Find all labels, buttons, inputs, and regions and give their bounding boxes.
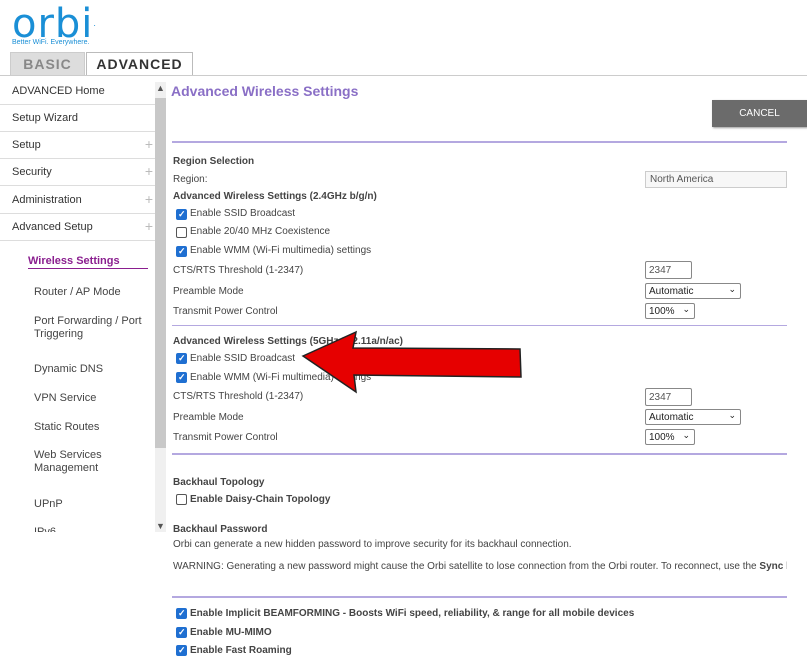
band5-power-select[interactable]: 100% ⌄	[645, 429, 695, 445]
band5-ssid-checkbox[interactable]	[176, 353, 187, 364]
sidebar-sub-web-services[interactable]: Web Services Management	[34, 449, 124, 475]
active-underline	[28, 268, 148, 269]
sidebar-sub-router-ap-mode[interactable]: Router / AP Mode	[34, 286, 149, 299]
sidebar-sub-dynamic-dns[interactable]: Dynamic DNS	[34, 363, 149, 376]
sidebar-sub-static-routes[interactable]: Static Routes	[34, 421, 149, 434]
band24-power-label: Transmit Power Control	[173, 306, 278, 317]
fast-roaming-label: Enable Fast Roaming	[190, 645, 292, 656]
sidebar-item-label: Setup	[12, 139, 41, 151]
chevron-down-icon: ⌄	[682, 430, 690, 440]
band24-wmm-checkbox[interactable]	[176, 246, 187, 257]
region-section-heading: Region Selection	[173, 156, 255, 167]
band24-cts-input[interactable]: 2347	[645, 261, 692, 279]
backhaul-topology-heading: Backhaul Topology	[173, 477, 265, 488]
beamforming-checkbox[interactable]	[176, 608, 187, 619]
sidebar-item-label: Setup Wizard	[12, 112, 79, 124]
section-divider	[172, 453, 787, 455]
band5-ssid-label: Enable SSID Broadcast	[190, 353, 296, 364]
scroll-up-icon[interactable]: ▲	[156, 83, 165, 93]
band24-coex-label: Enable 20/40 MHz Coexistence	[190, 226, 331, 237]
expand-plus-icon: +	[144, 218, 153, 234]
sidebar-sub-vpn-service[interactable]: VPN Service	[34, 392, 149, 405]
scroll-down-icon[interactable]: ▼	[156, 521, 165, 531]
band24-power-select[interactable]: 100% ⌄	[645, 303, 695, 319]
section-divider	[172, 141, 787, 143]
band24-preamble-select[interactable]: Automatic ⌄	[645, 283, 741, 299]
band24-cts-label: CTS/RTS Threshold (1-2347)	[173, 265, 304, 276]
sidebar-item-label: Advanced Setup	[12, 221, 93, 233]
sidebar-item-security[interactable]: Security +	[0, 159, 155, 186]
band24-ssid-checkbox[interactable]	[176, 209, 187, 220]
sidebar-item-advanced-setup[interactable]: Advanced Setup +	[0, 214, 155, 241]
chevron-down-icon: ⌄	[682, 304, 690, 314]
warning-text: WARNING: Generating a new password might…	[173, 561, 760, 572]
tab-advanced[interactable]: ADVANCED	[86, 52, 193, 75]
sidebar-item-label: Administration	[12, 194, 82, 206]
section-divider	[172, 596, 787, 598]
expand-plus-icon: +	[144, 163, 153, 179]
band5-preamble-label: Preamble Mode	[173, 412, 244, 423]
region-field: North America	[645, 171, 787, 188]
daisy-chain-label: Enable Daisy-Chain Topology	[190, 494, 331, 505]
sidebar-sub-port-forwarding[interactable]: Port Forwarding / Port Triggering	[34, 315, 146, 341]
band5-power-label: Transmit Power Control	[173, 432, 278, 443]
warning-text-end: bu	[783, 561, 787, 572]
chevron-down-icon: ⌄	[728, 284, 736, 294]
backhaul-warning: WARNING: Generating a new password might…	[173, 561, 787, 572]
page-title: Advanced Wireless Settings	[171, 83, 359, 99]
chevron-down-icon: ⌄	[728, 410, 736, 420]
warning-sync: Sync	[759, 561, 784, 572]
fast-roaming-checkbox[interactable]	[176, 645, 187, 656]
daisy-chain-checkbox[interactable]	[176, 494, 187, 505]
select-value: 100%	[649, 431, 675, 443]
sidebar-item-setup-wizard[interactable]: Setup Wizard	[0, 105, 155, 132]
tagline: Better WiFi. Everywhere.	[12, 39, 90, 46]
backhaul-password-heading: Backhaul Password	[173, 524, 268, 535]
expand-plus-icon: +	[144, 191, 153, 207]
sidebar-sub-wireless-settings[interactable]: Wireless Settings	[28, 255, 120, 267]
band5-wmm-checkbox[interactable]	[176, 372, 187, 383]
band5-preamble-select[interactable]: Automatic ⌄	[645, 409, 741, 425]
cancel-button[interactable]: CANCEL	[712, 100, 807, 127]
sidebar-item-advanced-home[interactable]: ADVANCED Home	[0, 78, 155, 105]
region-label: Region:	[173, 174, 208, 185]
band24-wmm-label: Enable WMM (Wi-Fi multimedia) settings	[190, 245, 372, 256]
sidebar-item-label: Security	[12, 166, 52, 178]
tab-basic[interactable]: BASIC	[10, 52, 85, 75]
sidebar-item-administration[interactable]: Administration +	[0, 187, 155, 214]
sidebar-scroll-thumb[interactable]	[155, 98, 166, 448]
sidebar-item-label: ADVANCED Home	[12, 85, 105, 97]
band5-cts-label: CTS/RTS Threshold (1-2347)	[173, 391, 304, 402]
select-value: Automatic	[649, 285, 694, 297]
select-value: 100%	[649, 305, 675, 317]
annotation-arrow	[301, 330, 522, 394]
band24-heading: Advanced Wireless Settings (2.4GHz b/g/n…	[173, 191, 377, 202]
backhaul-password-desc: Orbi can generate a new hidden password …	[173, 539, 572, 550]
mu-mimo-checkbox[interactable]	[176, 627, 187, 638]
sidebar-item-setup[interactable]: Setup +	[0, 132, 155, 159]
mu-mimo-label: Enable MU-MIMO	[190, 627, 272, 638]
header-divider	[0, 75, 807, 76]
sidebar-sub-ipv6[interactable]: IPv6	[34, 526, 149, 532]
band24-preamble-label: Preamble Mode	[173, 286, 244, 297]
band5-cts-input[interactable]: 2347	[645, 388, 692, 406]
band24-ssid-label: Enable SSID Broadcast	[190, 208, 296, 219]
expand-plus-icon: +	[144, 136, 153, 152]
sidebar-sub-upnp[interactable]: UPnP	[34, 498, 149, 511]
beamforming-label: Enable Implicit BEAMFORMING - Boosts WiF…	[190, 608, 635, 619]
select-value: Automatic	[649, 411, 694, 423]
band24-coex-checkbox[interactable]	[176, 227, 187, 238]
